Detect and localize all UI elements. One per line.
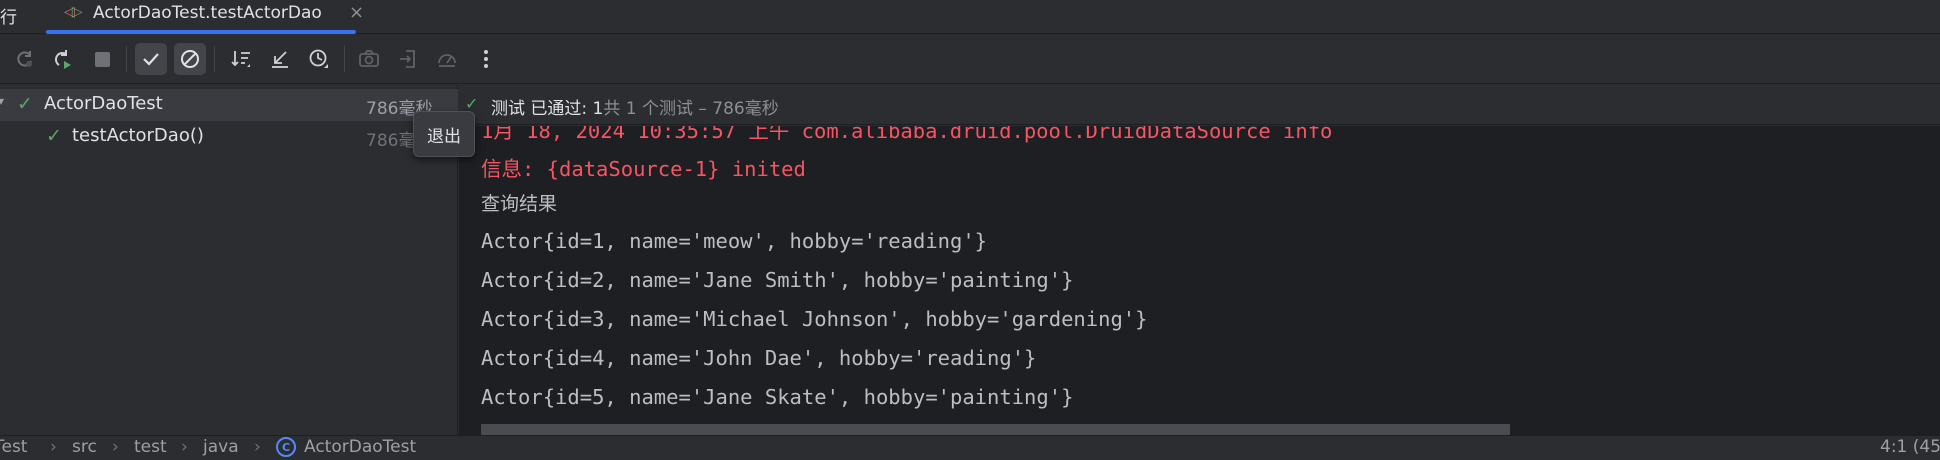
screenshot-icon[interactable] (353, 43, 385, 75)
breadcrumb-item[interactable]: Test (0, 437, 27, 457)
test-runner-toolbar (0, 34, 1940, 84)
test-status-bar: ✓ 测试 已通过: 1共 1 个测试 – 786毫秒 (459, 85, 1940, 125)
close-icon[interactable]: × (349, 2, 364, 23)
tree-item-testactordao[interactable]: ✓ testActorDao() 786毫 (0, 121, 458, 153)
console-line: 查询结果 (481, 193, 558, 215)
console-line: Actor{id=2, name='Jane Smith', hobby='pa… (481, 268, 1074, 292)
tree-item-label: ActorDaoTest (44, 93, 163, 114)
console-line: Actor{id=1, name='meow', hobby='reading'… (481, 229, 988, 253)
stop-icon[interactable] (86, 43, 118, 75)
tree-item-label: testActorDao() (72, 125, 204, 146)
show-ignored-icon[interactable] (174, 43, 206, 75)
breadcrumb: Test › src › test › java › C ActorDaoTes… (0, 435, 1940, 460)
console-line: Actor{id=4, name='John Dae', hobby='read… (481, 346, 1037, 370)
stop-tooltip: 退出 (413, 111, 475, 157)
import-tests-icon[interactable] (264, 43, 296, 75)
tree-item-actordaotest[interactable]: ▾ ✓ ActorDaoTest 786毫秒 (0, 89, 458, 121)
chevron-right-icon: › (50, 437, 57, 457)
console-line: 1月 18, 2024 10:35:57 上午 com.alibaba.drui… (481, 126, 1333, 143)
test-status-passed: 测试 已通过: 1 (491, 99, 604, 119)
test-results-tree: ▾ ✓ ActorDaoTest 786毫秒 ✓ testActorDao() … (0, 85, 458, 435)
console-line: Actor{id=5, name='Jane Skate', hobby='pa… (481, 385, 1074, 409)
console-line: 信息: {dataSource-1} inited (481, 157, 806, 181)
coverage-icon[interactable] (431, 43, 463, 75)
horizontal-scrollbar[interactable] (481, 424, 1510, 435)
check-icon: ✓ (46, 125, 62, 147)
history-icon[interactable] (303, 43, 335, 75)
sort-icon[interactable] (225, 43, 257, 75)
export-icon[interactable] (392, 43, 424, 75)
toolbar-divider (344, 46, 345, 72)
toolbar-divider (126, 46, 127, 72)
check-icon: ✓ (17, 93, 33, 115)
more-icon[interactable] (470, 43, 502, 75)
breadcrumb-item[interactable]: java (203, 437, 239, 457)
chevron-right-icon: › (112, 437, 119, 457)
test-result-icon: ◁▷ (64, 4, 82, 20)
toolbar-divider (214, 46, 215, 72)
chevron-right-icon: › (181, 437, 188, 457)
rerun-icon[interactable] (9, 43, 41, 75)
chevron-down-icon[interactable]: ▾ (0, 94, 4, 108)
test-status-text: 测试 已通过: 1共 1 个测试 – 786毫秒 (491, 94, 779, 119)
show-passed-icon[interactable] (135, 43, 167, 75)
breadcrumb-item[interactable]: ActorDaoTest (304, 437, 416, 457)
test-status-summary: 共 1 个测试 – 786毫秒 (603, 99, 779, 119)
rerun-failed-icon[interactable] (46, 43, 78, 75)
caret-position[interactable]: 4:1 (45 (1880, 437, 1940, 457)
chevron-right-icon: › (254, 437, 261, 457)
breadcrumb-item[interactable]: test (134, 437, 167, 457)
run-tool-window-tabbar: 运行 ◁▷ ActorDaoTest.testActorDao × (0, 0, 1940, 34)
console-output[interactable]: 1月 18, 2024 10:35:57 上午 com.alibaba.drui… (459, 126, 1940, 435)
breadcrumb-item[interactable]: src (72, 437, 97, 457)
run-tool-window-label: 运行 (0, 8, 17, 28)
tab-title: ActorDaoTest.testActorDao (93, 3, 322, 23)
console-line: Actor{id=3, name='Michael Johnson', hobb… (481, 307, 1148, 331)
tree-item-duration: 786毫 (366, 131, 416, 151)
tab-actordaotest-testactordao[interactable]: ◁▷ ActorDaoTest.testActorDao × (46, 0, 376, 34)
class-icon: C (276, 437, 296, 457)
